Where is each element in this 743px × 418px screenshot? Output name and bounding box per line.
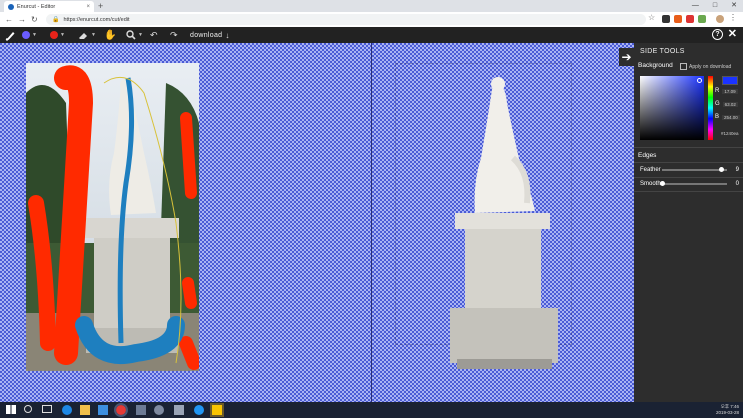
smooth-slider-thumb[interactable] [660, 181, 665, 186]
smooth-value: 0 [735, 181, 739, 187]
apply-on-download-label: Apply on download [689, 63, 732, 70]
feather-slider-row: Feather 9 [640, 165, 739, 175]
kakaotalk-icon[interactable] [210, 403, 224, 417]
smooth-slider-row: Smooth 0 [640, 179, 739, 189]
download-icon: ↓ [225, 30, 230, 40]
side-tools-panel: SIDE TOOLS Background Apply on download … [634, 43, 743, 402]
lock-icon: 🔒 [52, 17, 60, 23]
eraser-button[interactable]: ▼ [78, 27, 96, 43]
background-color-swatch[interactable] [722, 76, 738, 85]
cutout-result[interactable] [395, 63, 570, 383]
reload-icon[interactable]: ↻ [31, 14, 38, 25]
system-clock[interactable]: 오후 7:46 2019-03-28 [716, 404, 739, 416]
keep-color-icon [22, 31, 30, 39]
clock-date: 2019-03-28 [715, 410, 739, 415]
back-icon[interactable]: ← [5, 14, 13, 25]
task-view-icon[interactable] [42, 405, 52, 413]
extension-icon[interactable] [662, 15, 670, 23]
smooth-slider[interactable] [660, 181, 727, 186]
search-icon[interactable] [24, 405, 32, 413]
hex-value[interactable]: #1240ea [721, 131, 739, 136]
window-controls: — □ ✕ [692, 0, 737, 12]
download-label: download [190, 31, 223, 39]
close-editor-icon[interactable]: ✕ [728, 28, 737, 41]
new-tab-button[interactable]: + [98, 1, 103, 11]
file-explorer-icon[interactable] [80, 405, 90, 415]
section-divider [634, 147, 743, 148]
profile-avatar[interactable] [716, 15, 724, 23]
browser-tab-strip: Enurcut - Editor × + — □ ✕ [0, 0, 743, 12]
color-picker-area[interactable] [640, 76, 704, 140]
feather-slider[interactable] [662, 167, 727, 172]
section-divider [634, 177, 743, 178]
chrome-icon[interactable] [114, 403, 128, 417]
remove-color-icon [50, 31, 58, 39]
feather-label: Feather [640, 167, 661, 173]
browser-tab[interactable]: Enurcut - Editor × [4, 1, 94, 12]
side-panel-toggle-icon[interactable]: ➔ [619, 48, 634, 66]
keep-brush-button[interactable]: ▼ [22, 27, 37, 43]
app-icon[interactable] [154, 405, 164, 415]
hue-slider[interactable] [708, 76, 713, 140]
extension-icon[interactable] [698, 15, 706, 23]
redo-icon[interactable]: ↷ [170, 27, 178, 43]
ie-icon[interactable] [194, 405, 204, 415]
help-icon[interactable]: ? [712, 29, 723, 40]
url-field[interactable]: 🔒 https://enurcut.com/cut/edit [46, 14, 646, 25]
browser-menu-icon[interactable]: ⋮ [729, 13, 737, 22]
maximize-button[interactable]: □ [713, 0, 717, 12]
section-divider [634, 162, 743, 163]
windows-taskbar: 오후 7:46 2019-03-28 [0, 402, 743, 418]
feather-value: 9 [735, 167, 739, 173]
url-text: https://enurcut.com/cut/edit [63, 16, 130, 23]
editor-toolbar: ▼ ▼ ▼ ✋ ▼ ↶ ↷ download ↓ ? ✕ [0, 27, 743, 43]
side-panel-title: SIDE TOOLS [640, 48, 685, 55]
g-label: G [715, 101, 720, 107]
green-value-row: G 63.02 [715, 101, 738, 107]
app-icon[interactable] [174, 405, 184, 415]
tab-close-icon[interactable]: × [86, 4, 90, 10]
b-value[interactable]: 254.00 [722, 114, 740, 120]
remove-brush-button[interactable]: ▼ [50, 27, 65, 43]
site-favicon-icon [8, 3, 14, 10]
windows-start-icon[interactable] [6, 405, 16, 414]
forward-icon[interactable]: → [18, 14, 26, 25]
window-close-button[interactable]: ✕ [731, 0, 737, 12]
checkbox-box[interactable] [680, 63, 687, 70]
editor-canvas[interactable] [0, 43, 634, 402]
app-icon[interactable] [136, 405, 146, 415]
minimize-button[interactable]: — [692, 0, 699, 12]
extension-icon[interactable] [674, 15, 682, 23]
pan-hand-icon[interactable]: ✋ [104, 27, 116, 43]
g-value[interactable]: 63.02 [722, 101, 738, 107]
logo-pen-icon [5, 27, 16, 43]
store-icon[interactable] [98, 405, 108, 415]
original-photo[interactable] [26, 63, 199, 371]
b-label: B [715, 114, 720, 120]
eraser-icon [79, 32, 87, 39]
zoom-icon [126, 30, 136, 40]
feather-slider-thumb[interactable] [718, 167, 724, 172]
apply-on-download-checkbox[interactable]: Apply on download [680, 63, 731, 70]
tab-title: Enurcut - Editor [17, 3, 56, 10]
r-label: R [715, 88, 720, 94]
bookmark-star-icon[interactable]: ☆ [648, 13, 655, 22]
edge-browser-icon[interactable] [62, 405, 72, 415]
background-section-label: Background [638, 62, 673, 69]
zoom-button[interactable]: ▼ [126, 27, 143, 43]
section-divider [634, 191, 743, 192]
smooth-label: Smooth [640, 181, 661, 187]
canvas-divider [371, 43, 372, 402]
blue-value-row: B 254.00 [715, 114, 740, 120]
download-button[interactable]: download ↓ [190, 27, 229, 43]
red-value-row: R 17.09 [715, 88, 738, 94]
address-bar-row: ← → ↻ 🔒 https://enurcut.com/cut/edit ☆ ⋮ [0, 12, 743, 28]
edges-section-label: Edges [638, 152, 657, 159]
color-picker-cursor[interactable] [697, 78, 702, 83]
undo-icon[interactable]: ↶ [150, 27, 158, 43]
extension-icon[interactable] [686, 15, 694, 23]
r-value[interactable]: 17.09 [722, 88, 738, 94]
